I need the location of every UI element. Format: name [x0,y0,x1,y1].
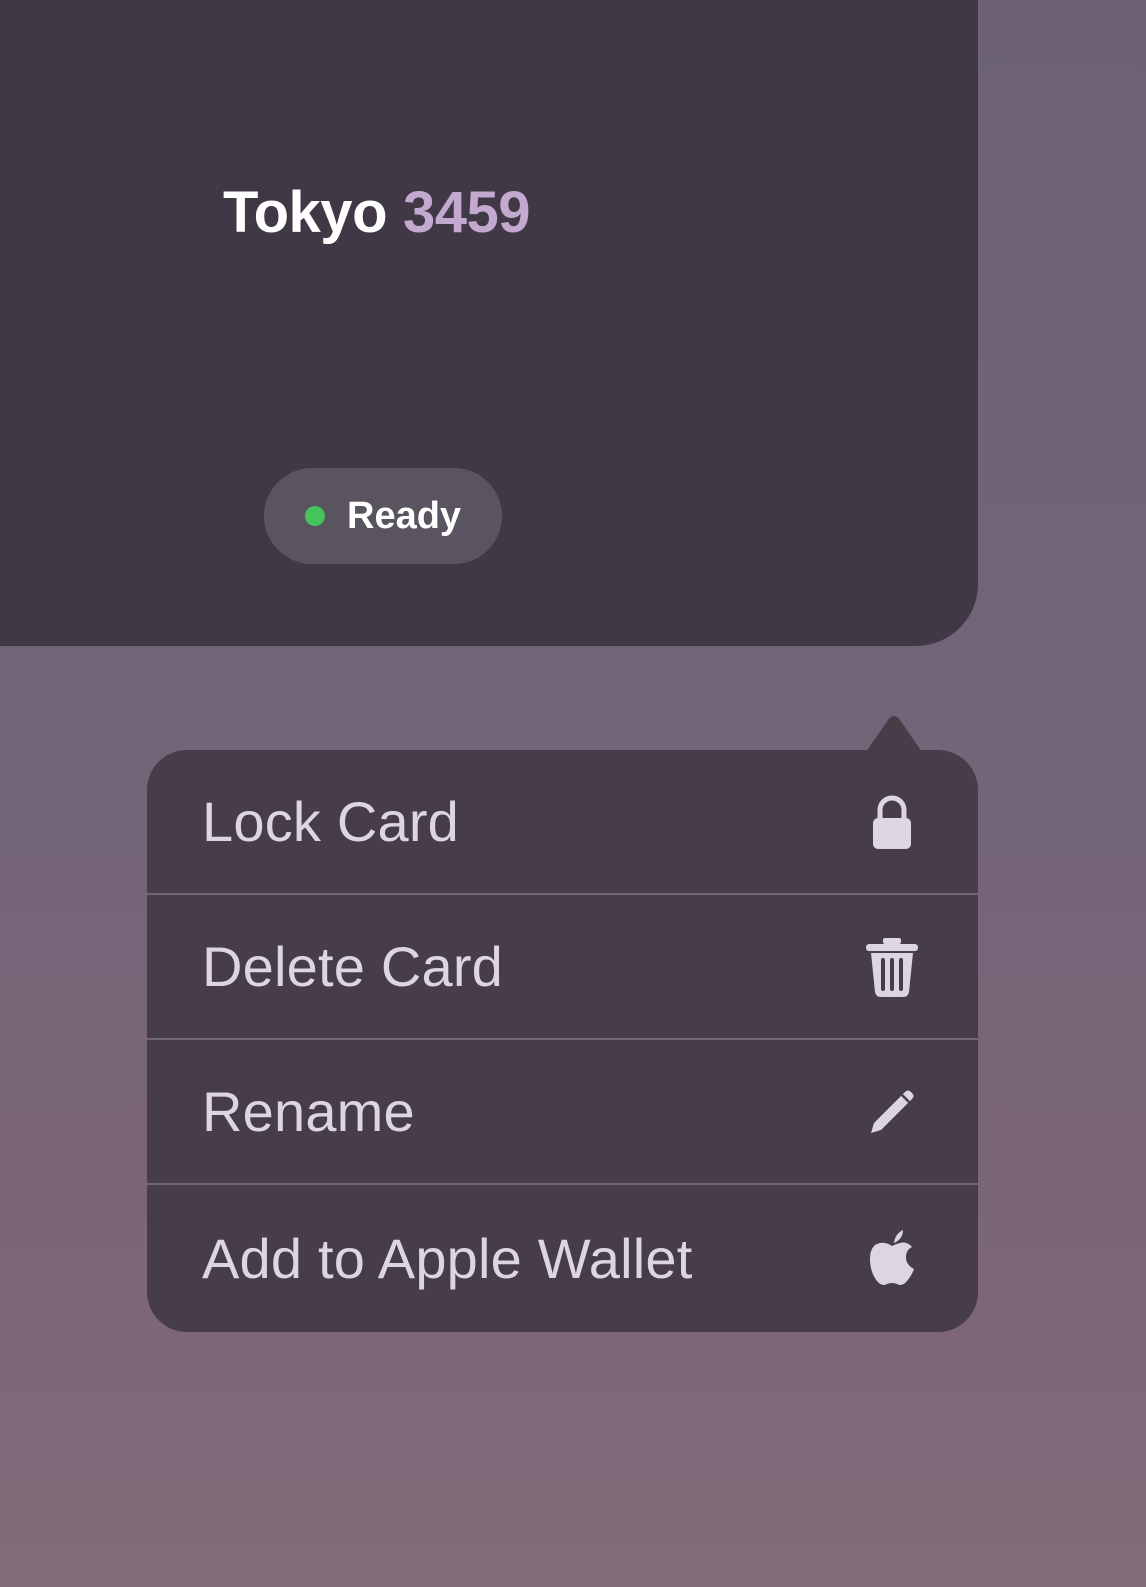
trash-icon [862,937,922,997]
menu-item-delete-card[interactable]: Delete Card [147,895,978,1040]
card-number: 3459 [403,180,531,245]
menu-item-label: Rename [202,1080,415,1143]
menu-item-label: Delete Card [202,935,504,998]
menu-item-label: Add to Apple Wallet [202,1226,693,1290]
menu-item-lock-card[interactable]: Lock Card [147,750,978,895]
status-label: Ready [347,494,462,537]
card-name: Tokyo [223,180,388,245]
menu-item-label: Lock Card [202,790,460,853]
menu-pointer-arrow [866,716,922,752]
menu-item-rename[interactable]: Rename [147,1040,978,1185]
status-badge: Ready [264,468,502,564]
pencil-icon [862,1082,922,1142]
lock-icon [862,792,922,852]
menu-item-add-to-apple-wallet[interactable]: Add to Apple Wallet [147,1185,978,1331]
card-title: Tokyo 3459 [223,178,531,248]
card-panel: Tokyo 3459 Ready [0,0,978,646]
status-dot-icon [305,506,325,526]
apple-icon [862,1228,922,1288]
card-context-menu: Lock Card Delete Card Rename Add to Appl… [147,750,978,1332]
